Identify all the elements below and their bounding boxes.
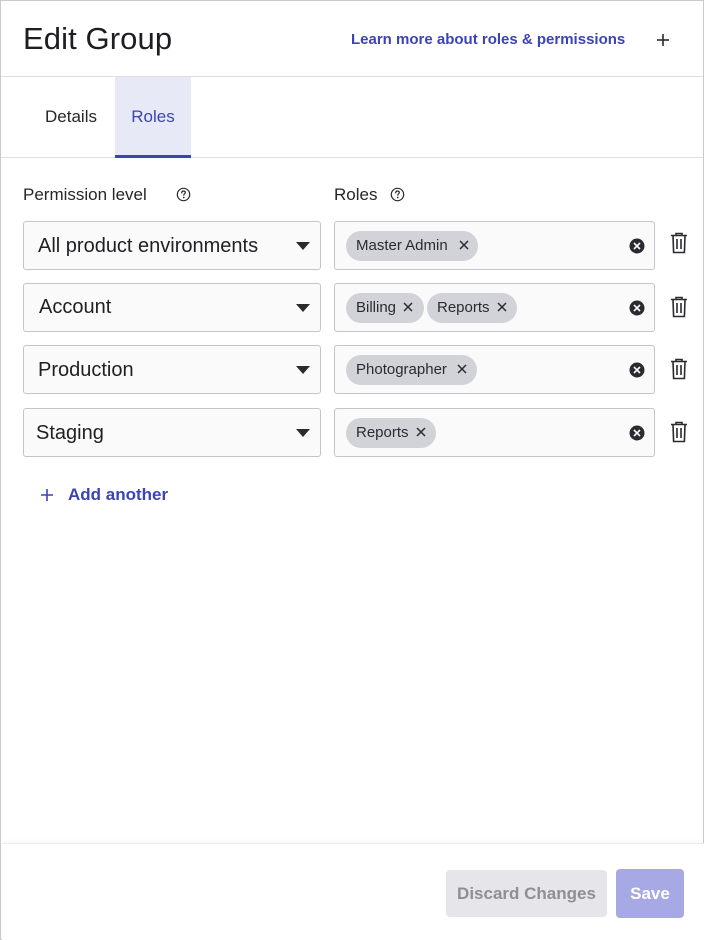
role-chip-reports: Reports: [427, 293, 517, 323]
roles-multiselect[interactable]: Billing Reports: [334, 283, 655, 332]
roles-label: Roles: [334, 185, 378, 204]
trash-icon[interactable]: [669, 358, 689, 380]
caret-down-icon: [296, 242, 310, 250]
close-icon[interactable]: [415, 426, 427, 438]
role-chip-label: Photographer: [356, 361, 447, 378]
panel-header: Edit Group Learn more about roles & perm…: [1, 1, 703, 77]
permission-select-value: All product environments: [38, 235, 259, 257]
question-circle-icon[interactable]: [390, 187, 405, 202]
permission-select-all-product-environments[interactable]: All product environments: [23, 221, 321, 270]
role-chip-label: Master Admin: [356, 237, 448, 254]
question-circle-icon[interactable]: [176, 187, 191, 202]
caret-down-icon: [296, 429, 310, 437]
add-another-button[interactable]: Add another: [39, 483, 179, 507]
permission-select-value: Production: [38, 359, 134, 381]
permission-select-value: Account: [39, 296, 112, 318]
role-chip-reports: Reports: [346, 418, 436, 448]
caret-down-icon: [296, 304, 310, 312]
role-chip-label: Reports: [437, 299, 490, 316]
trash-icon[interactable]: [669, 232, 689, 254]
tab-details[interactable]: Details: [29, 77, 113, 158]
role-chip-billing: Billing: [346, 293, 424, 323]
close-icon[interactable]: [402, 301, 414, 313]
close-icon[interactable]: [496, 301, 508, 313]
panel-footer: Discard Changes Save: [2, 843, 704, 940]
tab-bar: Details Roles: [1, 77, 703, 158]
permission-select-account[interactable]: Account: [23, 283, 321, 332]
roles-multiselect[interactable]: Reports: [334, 408, 655, 457]
trash-icon[interactable]: [669, 296, 689, 318]
page-title: Edit Group: [23, 21, 173, 56]
edit-group-panel: Edit Group Learn more about roles & perm…: [0, 0, 704, 940]
clear-circle-icon[interactable]: [629, 238, 645, 254]
discard-changes-button[interactable]: Discard Changes: [446, 870, 607, 917]
clear-circle-icon[interactable]: [629, 362, 645, 378]
permission-select-value: Staging: [36, 422, 104, 444]
clear-circle-icon[interactable]: [629, 300, 645, 316]
role-chip-photographer: Photographer: [346, 355, 477, 385]
tab-roles[interactable]: Roles: [115, 77, 191, 158]
close-icon[interactable]: [456, 363, 468, 375]
plus-icon: [41, 489, 53, 501]
permission-select-staging[interactable]: Staging: [23, 408, 321, 457]
role-chip-label: Billing: [356, 299, 397, 316]
role-chip-label: Reports: [356, 424, 409, 441]
plus-icon[interactable]: [653, 29, 673, 51]
add-another-label: Add another: [68, 485, 169, 504]
save-button[interactable]: Save: [616, 869, 684, 918]
learn-more-link[interactable]: Learn more about roles & permissions: [351, 31, 625, 48]
caret-down-icon: [296, 366, 310, 374]
permission-level-label: Permission level: [23, 185, 147, 204]
permission-select-production[interactable]: Production: [23, 345, 321, 394]
trash-icon[interactable]: [669, 421, 689, 443]
clear-circle-icon[interactable]: [629, 425, 645, 441]
roles-multiselect[interactable]: Master Admin: [334, 221, 655, 270]
roles-multiselect[interactable]: Photographer: [334, 345, 655, 394]
role-chip-master-admin: Master Admin: [346, 231, 478, 261]
close-icon[interactable]: [458, 239, 470, 251]
